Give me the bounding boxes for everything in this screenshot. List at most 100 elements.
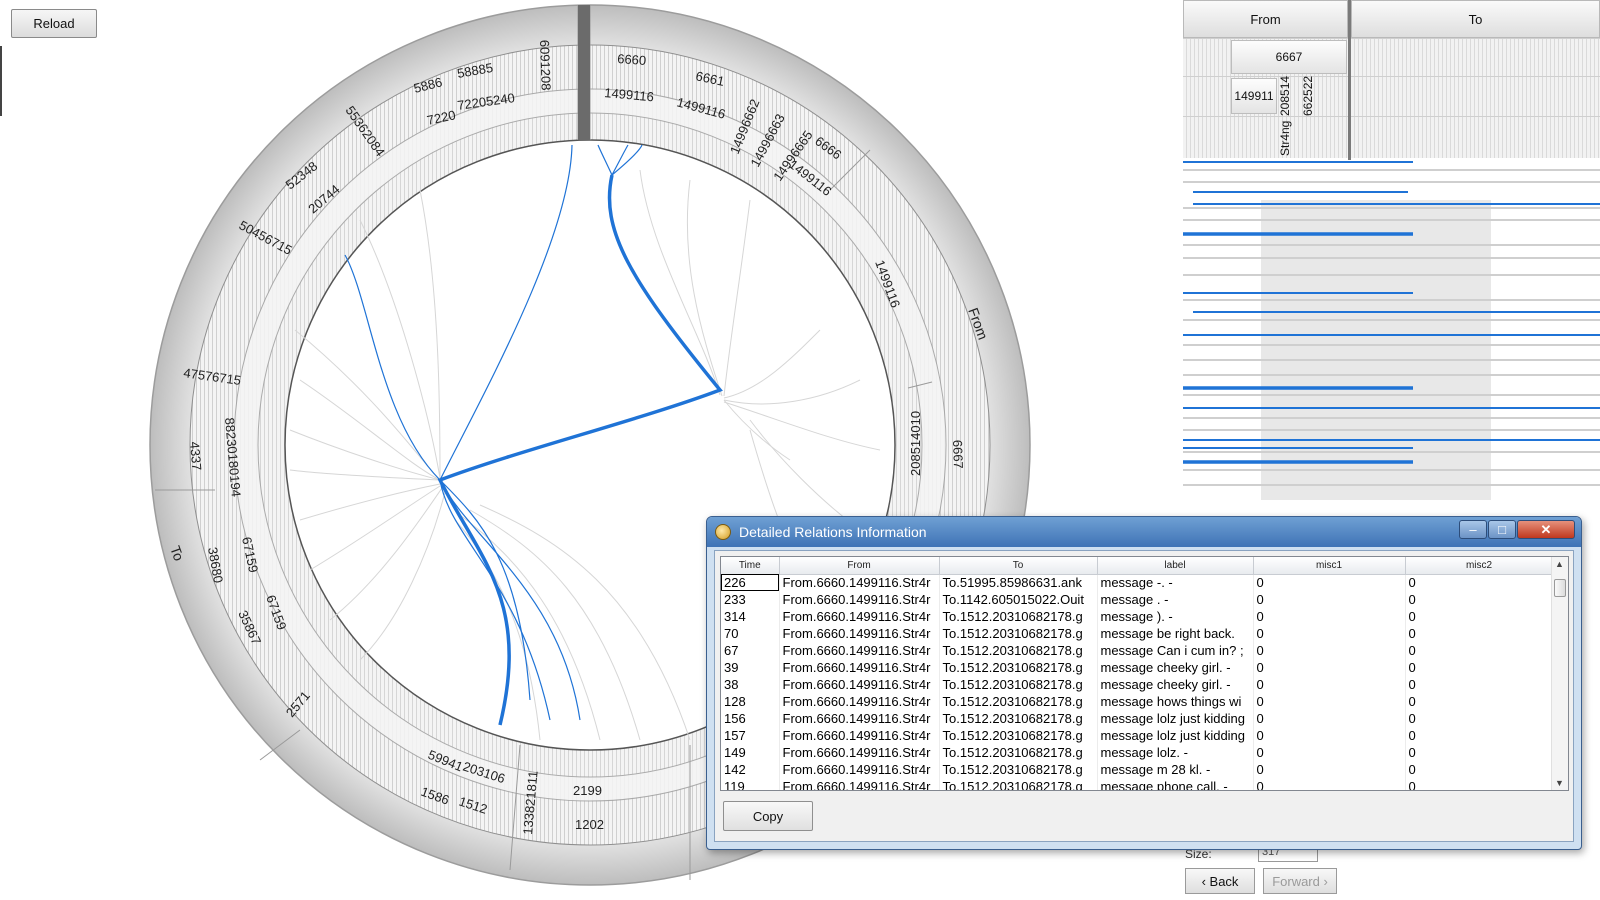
table-cell-from[interactable]: From.6660.1499116.Str4r [779, 727, 940, 744]
dialog-titlebar[interactable]: Detailed Relations Information – □ ✕ [707, 517, 1581, 547]
relations-table[interactable]: Time From To label misc1 misc2 226 From.6… [720, 556, 1569, 791]
copy-button[interactable]: Copy [723, 801, 813, 831]
scroll-down-icon[interactable]: ▼ [1555, 778, 1564, 788]
table-cell-from[interactable]: From.6660.1499116.Str4r [779, 676, 940, 693]
table-cell-time[interactable]: 70 [721, 625, 780, 642]
table-cell-misc2[interactable]: 0 [1405, 591, 1554, 608]
column-header-misc1[interactable]: misc1 [1253, 557, 1406, 575]
table-cell-misc1[interactable]: 0 [1253, 591, 1406, 608]
table-cell-label[interactable]: message lolz just kidding [1097, 710, 1254, 727]
table-cell-misc2[interactable]: 0 [1405, 761, 1554, 778]
table-cell-to[interactable]: To.1512.20310682178.g [939, 642, 1098, 659]
table-cell-from[interactable]: From.6660.1499116.Str4r [779, 625, 940, 642]
table-cell-misc1[interactable]: 0 [1253, 659, 1406, 676]
table-cell-from[interactable]: From.6660.1499116.Str4r [779, 659, 940, 676]
column-header-time[interactable]: Time [721, 557, 780, 575]
table-cell-from[interactable]: From.6660.1499116.Str4r [779, 693, 940, 710]
table-cell-misc2[interactable]: 0 [1405, 778, 1554, 790]
table-cell-label[interactable]: message lolz. - [1097, 744, 1254, 761]
table-cell-time[interactable]: 156 [721, 710, 780, 727]
table-cell-label[interactable]: message -. - [1097, 574, 1254, 591]
table-cell-misc1[interactable]: 0 [1253, 778, 1406, 790]
relations-line-view[interactable] [1183, 160, 1600, 500]
table-cell-label[interactable]: message cheeky girl. - [1097, 676, 1254, 693]
table-cell-time[interactable]: 67 [721, 642, 780, 659]
to-column-header[interactable]: To [1351, 0, 1600, 38]
scroll-up-icon[interactable]: ▲ [1555, 559, 1564, 569]
table-cell-label[interactable]: message lolz just kidding [1097, 727, 1254, 744]
table-cell-to[interactable]: To.1512.20310682178.g [939, 744, 1098, 761]
table-cell-misc1[interactable]: 0 [1253, 625, 1406, 642]
table-cell-from[interactable]: From.6660.1499116.Str4r [779, 761, 940, 778]
table-cell-time[interactable]: 119 [721, 778, 780, 790]
back-button[interactable]: ‹ Back [1185, 868, 1255, 894]
table-cell-label[interactable]: message cheeky girl. - [1097, 659, 1254, 676]
table-cell-misc2[interactable]: 0 [1405, 659, 1554, 676]
close-icon[interactable]: ✕ [1517, 520, 1575, 539]
table-cell-label[interactable]: message Can i cum in? ; [1097, 642, 1254, 659]
table-cell-time[interactable]: 233 [721, 591, 780, 608]
table-cell-label[interactable]: message hows things wi [1097, 693, 1254, 710]
table-cell-from[interactable]: From.6660.1499116.Str4r [779, 608, 940, 625]
table-row[interactable]: 70 From.6660.1499116.Str4r To.1512.2031068… [721, 625, 1554, 642]
table-cell-misc1[interactable]: 0 [1253, 710, 1406, 727]
table-cell-from[interactable]: From.6660.1499116.Str4r [779, 591, 940, 608]
table-cell-label[interactable]: message phone call. - [1097, 778, 1254, 790]
table-cell-misc1[interactable]: 0 [1253, 744, 1406, 761]
table-cell-misc2[interactable]: 0 [1405, 676, 1554, 693]
table-cell-label[interactable]: message be right back. [1097, 625, 1254, 642]
table-cell-misc2[interactable]: 0 [1405, 744, 1554, 761]
table-cell-to[interactable]: To.1512.20310682178.g [939, 761, 1098, 778]
node-149911[interactable]: 149911 [1231, 78, 1277, 114]
table-row[interactable]: 119 From.6660.1499116.Str4r To.1512.203106… [721, 778, 1554, 790]
table-cell-time[interactable]: 226 [721, 574, 780, 591]
table-cell-to[interactable]: To.1512.20310682178.g [939, 659, 1098, 676]
table-row[interactable]: 142 From.6660.1499116.Str4r To.1512.203106… [721, 761, 1554, 778]
table-cell-misc2[interactable]: 0 [1405, 727, 1554, 744]
table-cell-to[interactable]: To.1512.20310682178.g [939, 608, 1098, 625]
table-cell-to[interactable]: To.1512.20310682178.g [939, 676, 1098, 693]
table-cell-label[interactable]: message ). - [1097, 608, 1254, 625]
table-cell-misc2[interactable]: 0 [1405, 642, 1554, 659]
table-cell-time[interactable]: 142 [721, 761, 780, 778]
table-row[interactable]: 314 From.6660.1499116.Str4r To.1512.203106… [721, 608, 1554, 625]
table-cell-time[interactable]: 38 [721, 676, 780, 693]
table-cell-to[interactable]: To.1512.20310682178.g [939, 710, 1098, 727]
table-cell-time[interactable]: 157 [721, 727, 780, 744]
table-cell-time[interactable]: 314 [721, 608, 780, 625]
table-cell-to[interactable]: To.1512.20310682178.g [939, 625, 1098, 642]
table-cell-misc2[interactable]: 0 [1405, 710, 1554, 727]
scroll-thumb[interactable] [1554, 579, 1566, 597]
node-str4ng[interactable]: Str4ng [1278, 121, 1292, 156]
table-cell-to[interactable]: To.51995.85986631.ank [939, 574, 1098, 591]
node-6667[interactable]: 6667 [1231, 40, 1347, 74]
minimize-icon[interactable]: – [1459, 520, 1487, 539]
reload-button[interactable]: Reload [11, 9, 97, 38]
table-row[interactable]: 157 From.6660.1499116.Str4r To.1512.203106… [721, 727, 1554, 744]
table-cell-from[interactable]: From.6660.1499116.Str4r [779, 574, 940, 591]
maximize-icon[interactable]: □ [1488, 520, 1516, 539]
column-header-to[interactable]: To [939, 557, 1098, 575]
table-cell-misc1[interactable]: 0 [1253, 693, 1406, 710]
node-662522[interactable]: 662522 [1301, 76, 1315, 116]
table-cell-to[interactable]: To.1512.20310682178.g [939, 727, 1098, 744]
table-row[interactable]: 156 From.6660.1499116.Str4r To.1512.203106… [721, 710, 1554, 727]
table-cell-misc2[interactable]: 0 [1405, 693, 1554, 710]
table-cell-time[interactable]: 128 [721, 693, 780, 710]
table-cell-label[interactable]: message m 28 kl. - [1097, 761, 1254, 778]
table-cell-from[interactable]: From.6660.1499116.Str4r [779, 744, 940, 761]
table-row[interactable]: 149 From.6660.1499116.Str4r To.1512.203106… [721, 744, 1554, 761]
table-cell-from[interactable]: From.6660.1499116.Str4r [779, 778, 940, 790]
table-row[interactable]: 67 From.6660.1499116.Str4r To.1512.2031068… [721, 642, 1554, 659]
table-row[interactable]: 226 From.6660.1499116.Str4r To.51995.85986… [721, 574, 1554, 591]
from-column-header[interactable]: From [1183, 0, 1348, 38]
table-cell-misc1[interactable]: 0 [1253, 574, 1406, 591]
table-scrollbar[interactable]: ▲ ▼ [1551, 557, 1568, 790]
table-cell-time[interactable]: 149 [721, 744, 780, 761]
table-cell-to[interactable]: To.1142.605015022.Ouit [939, 591, 1098, 608]
table-cell-time[interactable]: 39 [721, 659, 780, 676]
forward-button[interactable]: Forward › [1263, 868, 1337, 894]
table-row[interactable]: 38 From.6660.1499116.Str4r To.1512.2031068… [721, 676, 1554, 693]
table-cell-misc2[interactable]: 0 [1405, 625, 1554, 642]
table-cell-to[interactable]: To.1512.20310682178.g [939, 693, 1098, 710]
